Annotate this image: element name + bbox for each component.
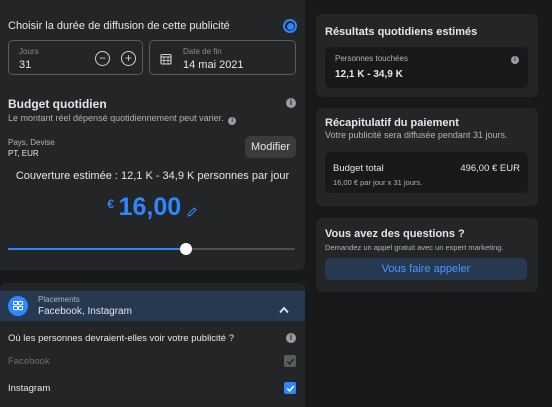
chevron-up-icon[interactable] <box>279 301 289 314</box>
budget-breakdown: 16,00 € par jour x 31 jours. <box>333 178 423 187</box>
plus-icon[interactable]: + <box>121 51 136 66</box>
duration-radio[interactable] <box>283 19 297 33</box>
placement-instagram-label: Instagram <box>8 383 51 394</box>
total-value: 496,00 € EUR <box>460 163 520 174</box>
total-budget-card: Budget total 496,00 € EUR 16,00 € par jo… <box>325 152 528 193</box>
currency-symbol: € <box>107 197 115 211</box>
calendar-icon <box>160 52 172 65</box>
placements-label: Placements <box>38 295 80 304</box>
placements-icon <box>8 296 28 316</box>
reach-info-icon[interactable]: i <box>511 56 519 64</box>
facebook-checkbox <box>284 355 296 367</box>
modify-button[interactable]: Modifier <box>245 136 296 158</box>
country-currency-value: PT, EUR <box>8 149 39 158</box>
questions-title: Vous avez des questions ? <box>325 228 465 240</box>
end-date-field[interactable]: Date de fin 14 mai 2021 <box>149 40 296 75</box>
results-title: Résultats quotidiens estimés <box>325 26 478 38</box>
days-value: 31 <box>19 59 32 71</box>
results-panel: Résultats quotidiens estimés Personnes t… <box>316 14 538 97</box>
note-info-icon[interactable]: i <box>228 117 237 125</box>
placement-facebook-label: Facebook <box>8 356 50 367</box>
placements-info-icon[interactable]: i <box>286 333 296 343</box>
payment-panel: Récapitulatif du paiement Votre publicit… <box>316 108 538 206</box>
placements-panel: Placements Facebook, Instagram Où les pe… <box>0 283 305 407</box>
amount-value: 16,00 <box>118 193 182 221</box>
placements-question: Où les personnes devraient-elles voir vo… <box>8 333 235 344</box>
slider-knob[interactable] <box>180 243 192 255</box>
questions-panel: Vous avez des questions ? Demandez un ap… <box>316 218 538 292</box>
budget-note-text: Le montant réel dépensé quotidiennement … <box>8 113 224 123</box>
call-me-button[interactable]: Vous faire appeler <box>325 258 527 280</box>
duration-budget-panel: Choisir la durée de diffusion de cette p… <box>0 0 305 270</box>
country-currency-label: Pays, Devise <box>8 138 55 147</box>
placements-value: Facebook, Instagram <box>38 306 132 317</box>
days-label: Jours <box>19 47 39 56</box>
total-label: Budget total <box>333 163 384 174</box>
payment-subtitle: Votre publicité sera diffusée pendant 31… <box>325 130 508 140</box>
budget-note: Le montant réel dépensé quotidiennement … <box>8 113 237 125</box>
coverage-estimate: Couverture estimée : 12,1 K - 34,9 K per… <box>15 170 290 182</box>
budget-amount[interactable]: € 16,00 <box>0 193 305 222</box>
edit-pencil-icon[interactable] <box>186 205 198 217</box>
budget-title: Budget quotidien <box>8 97 107 111</box>
instagram-checkbox[interactable] <box>284 382 296 394</box>
minus-icon[interactable]: − <box>95 51 110 66</box>
slider-fill <box>8 248 186 250</box>
reach-value: 12,1 K - 34,9 K <box>335 69 403 80</box>
budget-info-icon[interactable]: i <box>286 98 296 108</box>
payment-title: Récapitulatif du paiement <box>325 117 459 129</box>
end-date-value: 14 mai 2021 <box>183 59 244 71</box>
budget-slider[interactable] <box>8 243 295 255</box>
duration-option-label: Choisir la durée de diffusion de cette p… <box>8 20 230 32</box>
end-date-label: Date de fin <box>183 47 222 56</box>
placements-header[interactable]: Placements Facebook, Instagram <box>0 291 305 321</box>
reach-label: Personnes touchées <box>335 54 408 63</box>
reach-card: Personnes touchées 12,1 K - 34,9 K i <box>325 47 528 88</box>
days-field[interactable]: Jours 31 − + <box>8 40 143 75</box>
questions-subtitle: Demandez un appel gratuit avec un expert… <box>325 243 504 252</box>
